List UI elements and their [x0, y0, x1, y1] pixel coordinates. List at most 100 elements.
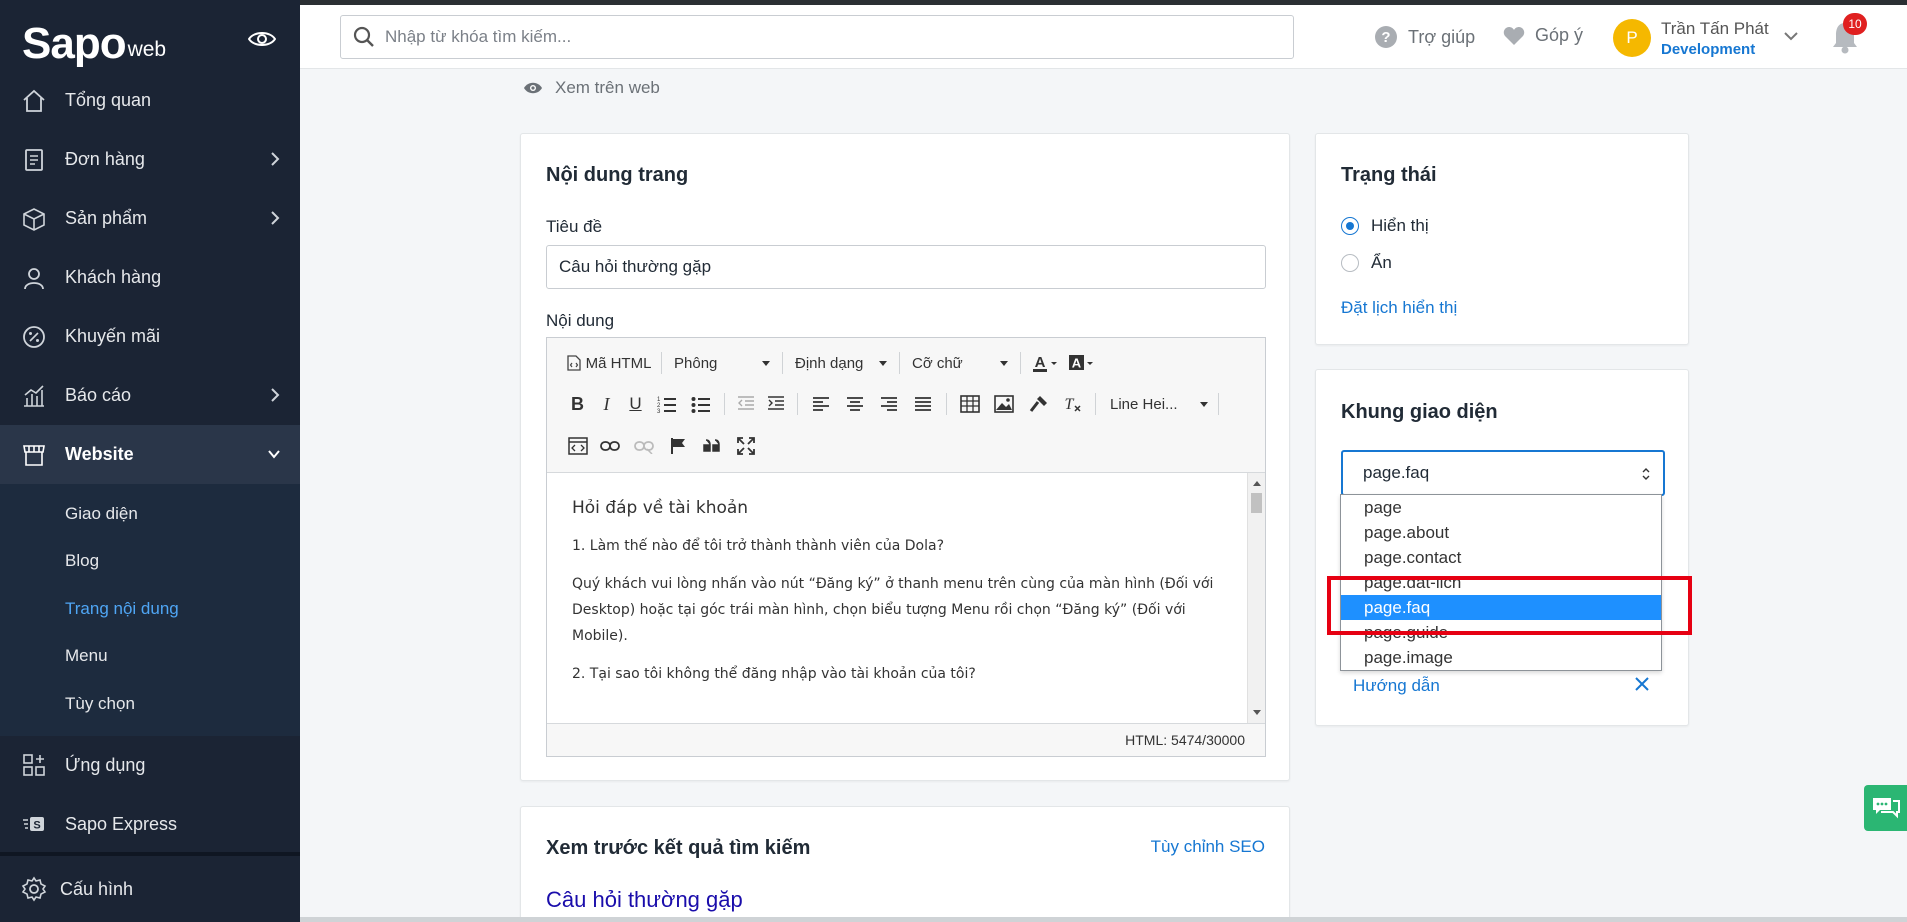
editor-content[interactable]: Hỏi đáp về tài khoản 1. Làm thế nào để t…: [547, 473, 1247, 723]
toolbar-separator: [1218, 393, 1219, 415]
status-option-visible[interactable]: Hiển thị: [1341, 216, 1429, 236]
format-dropdown[interactable]: Định dạng: [789, 355, 893, 372]
align-left-icon[interactable]: [804, 389, 838, 419]
sidebar-item-settings[interactable]: Cấu hình: [0, 852, 300, 922]
template-option[interactable]: page.image: [1341, 645, 1661, 670]
sidebar-item-customers[interactable]: Khách hàng: [0, 248, 300, 307]
code-view-icon[interactable]: [563, 431, 593, 461]
editor-scrollbar[interactable]: [1247, 473, 1265, 723]
image-icon[interactable]: [987, 389, 1021, 419]
template-option[interactable]: page.dat-lich: [1341, 570, 1661, 595]
sidebar-item-overview[interactable]: Tổng quan: [0, 71, 300, 130]
quote-icon[interactable]: [695, 431, 729, 461]
underline-icon[interactable]: U: [621, 389, 650, 419]
sidebar-item-label: Báo cáo: [65, 385, 132, 405]
submenu-item-preferences[interactable]: Tùy chọn: [0, 680, 300, 728]
template-option[interactable]: page.contact: [1341, 545, 1661, 570]
outdent-icon[interactable]: [731, 389, 761, 419]
ordered-list-icon[interactable]: 123: [650, 389, 684, 419]
help-icon: ?: [1374, 25, 1398, 49]
toolbar-row-2: B I U 123 T Line Hei...: [563, 389, 1225, 419]
html-source-button[interactable]: Mã HTML: [563, 348, 655, 378]
help-link[interactable]: ? Trợ giúp: [1374, 25, 1475, 49]
seo-preview-card: Xem trước kết quả tìm kiếm Tùy chỉnh SEO…: [520, 806, 1290, 922]
apps-icon: [20, 751, 48, 779]
sidebar-item-website[interactable]: Website: [0, 425, 300, 484]
customize-seo-link[interactable]: Tùy chỉnh SEO: [1151, 837, 1265, 857]
box-icon: [20, 205, 48, 233]
table-icon[interactable]: [953, 389, 987, 419]
status-card: Trạng thái Hiển thị Ẩn Đặt lịch hiển thị: [1315, 133, 1689, 345]
bullet-list-icon[interactable]: [684, 389, 718, 419]
sidebar-item-sapo-express[interactable]: S Sapo Express: [0, 795, 300, 854]
page-content-card: Nội dung trang Tiêu đề Nội dung Mã HTML …: [520, 133, 1290, 781]
sidebar-item-label: Khuyến mãi: [65, 326, 161, 346]
format-painter-icon[interactable]: [1021, 389, 1055, 419]
flag-icon[interactable]: [661, 431, 695, 461]
editor-footer: HTML: 5474/30000: [547, 723, 1265, 756]
fullscreen-icon[interactable]: [729, 431, 763, 461]
indent-icon[interactable]: [761, 389, 791, 419]
submenu-item-blog[interactable]: Blog: [0, 538, 300, 586]
radio-button[interactable]: [1341, 254, 1359, 272]
caret-icon: [762, 360, 770, 366]
rich-text-editor: Mã HTML Phông Định dạng Cỡ chữ A A B I U…: [546, 337, 1266, 757]
logo[interactable]: Sapo web: [22, 16, 166, 66]
guide-link[interactable]: Hướng dẫn: [1353, 676, 1440, 696]
chevron-right-icon: [271, 388, 280, 402]
clear-format-icon[interactable]: T: [1055, 389, 1089, 419]
view-on-web-link[interactable]: Xem trên web: [523, 78, 660, 98]
template-select[interactable]: page.faq: [1341, 450, 1665, 496]
status-option-hidden[interactable]: Ẩn: [1341, 253, 1392, 273]
font-dropdown[interactable]: Phông: [668, 355, 776, 372]
sidebar-item-reports[interactable]: Báo cáo: [0, 366, 300, 425]
title-input[interactable]: [546, 245, 1266, 289]
template-option-selected[interactable]: page.faq: [1341, 595, 1661, 620]
search-box[interactable]: [340, 15, 1294, 59]
sidebar-item-orders[interactable]: Đơn hàng: [0, 130, 300, 189]
feedback-link[interactable]: Góp ý: [1503, 25, 1583, 46]
sidebar-item-products[interactable]: Sản phẩm: [0, 189, 300, 248]
template-option[interactable]: page.about: [1341, 520, 1661, 545]
chat-button[interactable]: [1864, 785, 1907, 831]
bottom-scrollbar[interactable]: [300, 917, 1907, 922]
background-color-button[interactable]: A: [1063, 348, 1099, 378]
top-header: ? Trợ giúp Góp ý P Trần Tấn Phát Develop…: [300, 5, 1907, 69]
search-input[interactable]: [385, 27, 1265, 47]
schedule-link[interactable]: Đặt lịch hiển thị: [1341, 298, 1457, 318]
title-label: Tiêu đề: [546, 217, 603, 236]
background-color-icon: A: [1069, 355, 1093, 371]
editor-toolbar: Mã HTML Phông Định dạng Cỡ chữ A A B I U…: [547, 338, 1265, 473]
submenu-item-menu[interactable]: Menu: [0, 633, 300, 681]
text-color-button[interactable]: A: [1027, 348, 1063, 378]
avatar[interactable]: P: [1613, 19, 1651, 57]
sidebar-item-apps[interactable]: Ứng dụng: [0, 736, 300, 795]
align-center-icon[interactable]: [838, 389, 872, 419]
line-height-dropdown[interactable]: Line Hei...: [1102, 396, 1212, 413]
sidebar: Sapo web Tổng quan Đơn hàng Sản phẩm Khá…: [0, 0, 300, 922]
scroll-down-icon[interactable]: [1249, 707, 1265, 719]
italic-icon[interactable]: I: [592, 389, 621, 419]
align-right-icon[interactable]: [872, 389, 906, 419]
scroll-thumb[interactable]: [1251, 493, 1262, 513]
radio-button-checked[interactable]: [1341, 217, 1359, 235]
align-justify-icon[interactable]: [906, 389, 940, 419]
template-dropdown-list: page page.about page.contact page.dat-li…: [1340, 494, 1662, 671]
template-option[interactable]: page: [1341, 495, 1661, 520]
link-icon[interactable]: [593, 431, 627, 461]
template-option[interactable]: page.guide: [1341, 620, 1661, 645]
submenu-item-pages[interactable]: Trang nội dung: [0, 585, 300, 633]
unlink-icon[interactable]: [627, 431, 661, 461]
feedback-label: Góp ý: [1535, 25, 1584, 45]
chevron-down-icon[interactable]: [1783, 30, 1799, 42]
scroll-up-icon[interactable]: [1249, 477, 1265, 489]
sidebar-item-promotions[interactable]: Khuyến mãi: [0, 307, 300, 366]
sidebar-item-label: Đơn hàng: [65, 149, 145, 169]
font-size-dropdown[interactable]: Cỡ chữ: [906, 355, 1014, 372]
bold-icon[interactable]: B: [563, 389, 592, 419]
submenu-item-themes[interactable]: Giao diện: [0, 490, 300, 538]
toolbar-separator: [1095, 393, 1096, 415]
eye-icon[interactable]: [248, 29, 276, 49]
user-name[interactable]: Trần Tấn Phát: [1661, 19, 1769, 39]
close-icon[interactable]: [1634, 676, 1650, 692]
